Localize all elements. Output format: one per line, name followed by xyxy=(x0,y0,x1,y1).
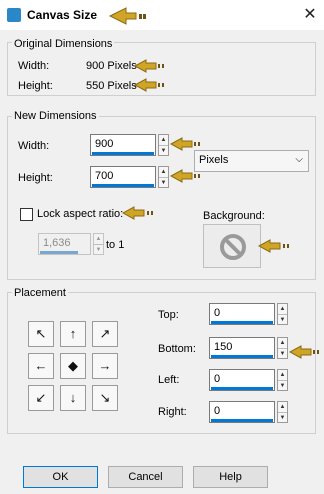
original-height-label: Height: xyxy=(18,80,53,92)
placement-bottom-left-button[interactable]: ↙ xyxy=(28,385,54,411)
width-underline xyxy=(92,152,154,155)
window-title: Canvas Size xyxy=(27,8,98,22)
original-width-label: Width: xyxy=(18,60,50,72)
bottom-label: Bottom: xyxy=(158,343,196,355)
placement-top-button[interactable]: ↑ xyxy=(60,321,86,347)
pointer-arrow-icon xyxy=(134,78,164,92)
bottom-underline xyxy=(211,355,273,358)
top-label: Top: xyxy=(158,309,179,321)
pointer-arrow-icon xyxy=(289,345,319,359)
original-height-value: 550 Pixels xyxy=(86,80,137,92)
pointer-arrow-icon xyxy=(134,59,164,73)
bottom-spinner[interactable]: ▲ ▼ xyxy=(277,337,288,359)
original-dimensions-title: Original Dimensions xyxy=(12,38,115,50)
aspect-ratio-spinner: ▲ ▼ xyxy=(93,233,104,255)
placement-top-right-button[interactable]: ↗ xyxy=(92,321,118,347)
right-spinner[interactable]: ▲ ▼ xyxy=(277,401,288,423)
background-swatch[interactable] xyxy=(203,224,261,268)
width-spinner[interactable]: ▲ ▼ xyxy=(158,134,169,156)
placement-center-button[interactable]: ◆ xyxy=(60,353,86,379)
canvas-size-icon xyxy=(7,8,21,22)
units-value: Pixels xyxy=(199,154,229,166)
pointer-arrow-icon xyxy=(108,7,146,25)
placement-grid: ↖ ↑ ↗ ← ◆ → ↙ ↓ ↘ xyxy=(28,316,122,414)
top-underline xyxy=(211,321,273,324)
cancel-button[interactable]: Cancel xyxy=(108,466,183,488)
pointer-arrow-icon xyxy=(170,169,200,183)
background-label: Background: xyxy=(203,210,265,222)
help-button[interactable]: Help xyxy=(193,466,268,488)
placement-bottom-button[interactable]: ↓ xyxy=(60,385,86,411)
height-label: Height: xyxy=(18,172,53,184)
right-label: Right: xyxy=(158,406,187,418)
placement-top-left-button[interactable]: ↖ xyxy=(28,321,54,347)
ok-button[interactable]: OK xyxy=(23,466,98,488)
aspect-ratio-suffix: to 1 xyxy=(106,239,125,251)
new-dimensions-title: New Dimensions xyxy=(12,110,99,122)
units-dropdown[interactable]: Pixels ⌵ xyxy=(194,150,309,172)
width-label: Width: xyxy=(18,140,50,152)
lock-aspect-checkbox[interactable] xyxy=(20,208,33,221)
left-label: Left: xyxy=(158,374,180,386)
pointer-arrow-icon xyxy=(122,206,153,220)
placement-right-button[interactable]: → xyxy=(92,353,118,379)
close-button[interactable]: ✕ xyxy=(298,3,322,27)
right-underline xyxy=(211,419,273,422)
no-symbol-icon xyxy=(220,234,246,260)
top-spinner[interactable]: ▲ ▼ xyxy=(277,303,288,325)
height-spinner[interactable]: ▲ ▼ xyxy=(158,166,169,188)
placement-left-button[interactable]: ← xyxy=(28,353,54,379)
left-spinner[interactable]: ▲ ▼ xyxy=(277,369,288,391)
left-underline xyxy=(211,387,273,390)
pointer-arrow-icon xyxy=(258,239,289,253)
lock-aspect-label: Lock aspect ratio: xyxy=(37,208,124,220)
placement-bottom-right-button[interactable]: ↘ xyxy=(92,385,118,411)
aspect-ratio-underline xyxy=(40,251,78,254)
chevron-down-icon: ⌵ xyxy=(295,154,303,165)
original-width-value: 900 Pixels xyxy=(86,60,137,72)
pointer-arrow-icon xyxy=(170,137,200,151)
placement-title: Placement xyxy=(12,287,68,299)
height-underline xyxy=(92,184,154,187)
